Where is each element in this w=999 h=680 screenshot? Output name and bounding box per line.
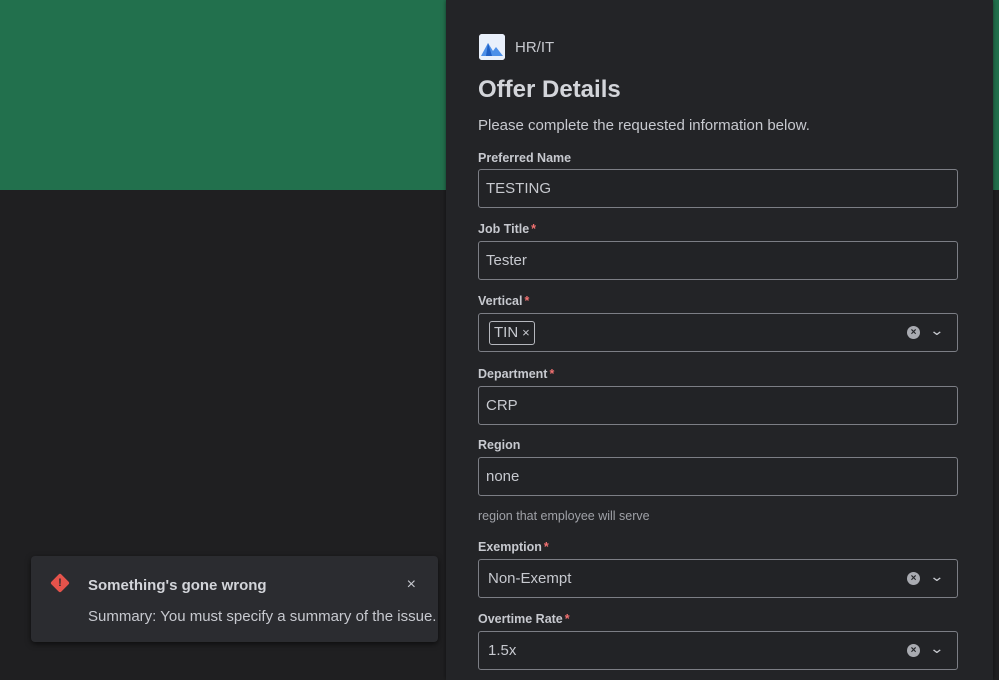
preferred-name-input[interactable]: TESTING xyxy=(478,169,958,208)
job-title-value: Tester xyxy=(486,252,527,269)
exemption-label: Exemption * xyxy=(478,540,549,554)
toast-message: Summary: You must specify a summary of t… xyxy=(88,608,437,625)
overtime-rate-select[interactable]: 1.5x × ⌄ xyxy=(478,631,958,670)
region-label-text: Region xyxy=(478,438,521,452)
error-toast: ! Something's gone wrong Summary: You mu… xyxy=(31,556,438,642)
preferred-name-value: TESTING xyxy=(486,180,552,197)
required-marker: * xyxy=(549,367,555,381)
department-label: Department * xyxy=(478,367,554,381)
vertical-select[interactable]: TIN × × ⌄ xyxy=(478,313,958,352)
toast-title: Something's gone wrong xyxy=(88,577,267,594)
department-label-text: Department xyxy=(478,367,548,381)
overtime-rate-value: 1.5x xyxy=(488,642,517,659)
brand: HR/IT xyxy=(479,34,554,60)
tag-remove-icon[interactable]: × xyxy=(522,325,530,340)
preferred-name-label-text: Preferred Name xyxy=(478,151,572,165)
landscape-logo-icon xyxy=(479,34,505,60)
overtime-rate-label: Overtime Rate * xyxy=(478,612,570,626)
vertical-tag: TIN × xyxy=(489,320,535,345)
region-value: none xyxy=(486,468,520,485)
required-marker: * xyxy=(543,540,549,554)
brand-name: HR/IT xyxy=(515,38,555,56)
exemption-value: Non-Exempt xyxy=(488,570,572,587)
vertical-tag-label: TIN xyxy=(494,324,519,341)
page-subtitle: Please complete the requested informatio… xyxy=(478,117,810,134)
page-title: Offer Details xyxy=(478,76,621,103)
offer-form-panel: HR/IT Offer Details Please complete the … xyxy=(446,0,993,680)
close-icon[interactable]: × xyxy=(407,576,416,594)
job-title-label-text: Job Title xyxy=(478,222,530,236)
region-input[interactable]: none xyxy=(478,457,958,496)
clear-icon[interactable]: × xyxy=(907,572,920,585)
error-diamond-icon: ! xyxy=(50,573,70,593)
department-input[interactable]: CRP xyxy=(478,386,958,425)
clear-icon[interactable]: × xyxy=(907,326,920,339)
region-helper-text: region that employee will serve xyxy=(478,509,650,523)
required-marker: * xyxy=(531,222,537,236)
clear-icon[interactable]: × xyxy=(907,644,920,657)
job-title-label: Job Title * xyxy=(478,222,536,236)
exemption-select[interactable]: Non-Exempt × ⌄ xyxy=(478,559,958,598)
region-label: Region xyxy=(478,438,520,452)
department-value: CRP xyxy=(486,397,518,414)
required-marker: * xyxy=(564,612,570,626)
vertical-label: Vertical * xyxy=(478,294,529,308)
chevron-down-icon[interactable]: ⌄ xyxy=(930,322,945,339)
job-title-input[interactable]: Tester xyxy=(478,241,958,280)
required-marker: * xyxy=(524,294,530,308)
chevron-down-icon[interactable]: ⌄ xyxy=(930,568,945,585)
chevron-down-icon[interactable]: ⌄ xyxy=(930,640,945,657)
exemption-label-text: Exemption xyxy=(478,540,542,554)
overtime-rate-label-text: Overtime Rate xyxy=(478,612,563,626)
vertical-label-text: Vertical xyxy=(478,294,523,308)
preferred-name-label: Preferred Name xyxy=(478,151,571,165)
banner-edge xyxy=(993,0,999,190)
